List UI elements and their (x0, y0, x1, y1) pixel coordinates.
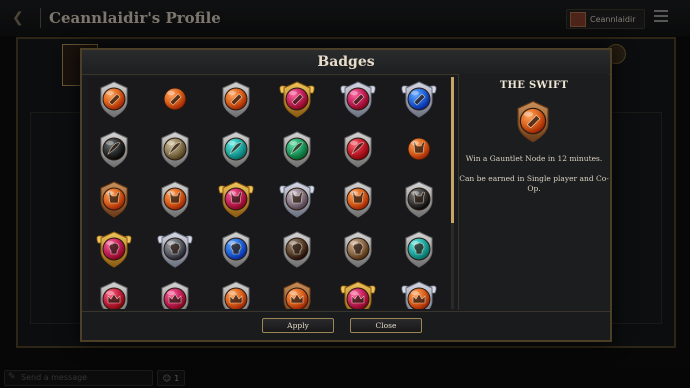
badge-item[interactable] (155, 129, 195, 169)
badge-item[interactable] (155, 229, 195, 269)
badge-detail-panel: THE SWIFT Win a Gauntlet Node in 12 minu… (458, 74, 609, 310)
badge-item[interactable] (338, 79, 378, 119)
badge-item[interactable] (94, 229, 134, 269)
badge-item[interactable] (277, 229, 317, 269)
badge-item[interactable] (216, 229, 256, 269)
footer-divider (82, 311, 610, 312)
selected-badge-icon (510, 98, 556, 144)
apply-button[interactable]: Apply (262, 318, 334, 333)
badge-grid (88, 77, 450, 309)
badge-item[interactable] (155, 279, 195, 309)
badge-item[interactable] (216, 129, 256, 169)
badge-item[interactable] (94, 79, 134, 119)
dialog-title: Badges (317, 54, 375, 70)
dialog-header: Badges (82, 50, 610, 75)
badge-item[interactable] (338, 179, 378, 219)
badge-item[interactable] (277, 179, 317, 219)
badge-item[interactable] (94, 129, 134, 169)
badge-item[interactable] (399, 179, 439, 219)
badge-item[interactable] (399, 279, 439, 309)
badge-item[interactable] (399, 229, 439, 269)
scrollbar-thumb[interactable] (451, 77, 454, 223)
badge-description: Win a Gauntlet Node in 12 minutes. (465, 154, 603, 163)
close-button[interactable]: Close (350, 318, 422, 333)
badge-item[interactable] (277, 129, 317, 169)
badge-item[interactable] (399, 129, 439, 169)
badge-availability: Can be earned in Single player and Co-Op… (459, 174, 609, 193)
badge-item[interactable] (94, 279, 134, 309)
badge-item[interactable] (399, 79, 439, 119)
badge-item[interactable] (216, 179, 256, 219)
badge-item[interactable] (277, 79, 317, 119)
badge-item[interactable] (155, 79, 195, 119)
badge-name: THE SWIFT (499, 80, 569, 91)
badge-item[interactable] (94, 179, 134, 219)
badge-item[interactable] (338, 129, 378, 169)
badge-item[interactable] (155, 179, 195, 219)
badge-item[interactable] (338, 279, 378, 309)
badge-item[interactable] (277, 279, 317, 309)
badge-item[interactable] (216, 79, 256, 119)
badges-dialog: Badges THE SWIFT Win a Gauntlet Node in … (80, 48, 612, 342)
badge-item[interactable] (216, 279, 256, 309)
badge-item[interactable] (338, 229, 378, 269)
